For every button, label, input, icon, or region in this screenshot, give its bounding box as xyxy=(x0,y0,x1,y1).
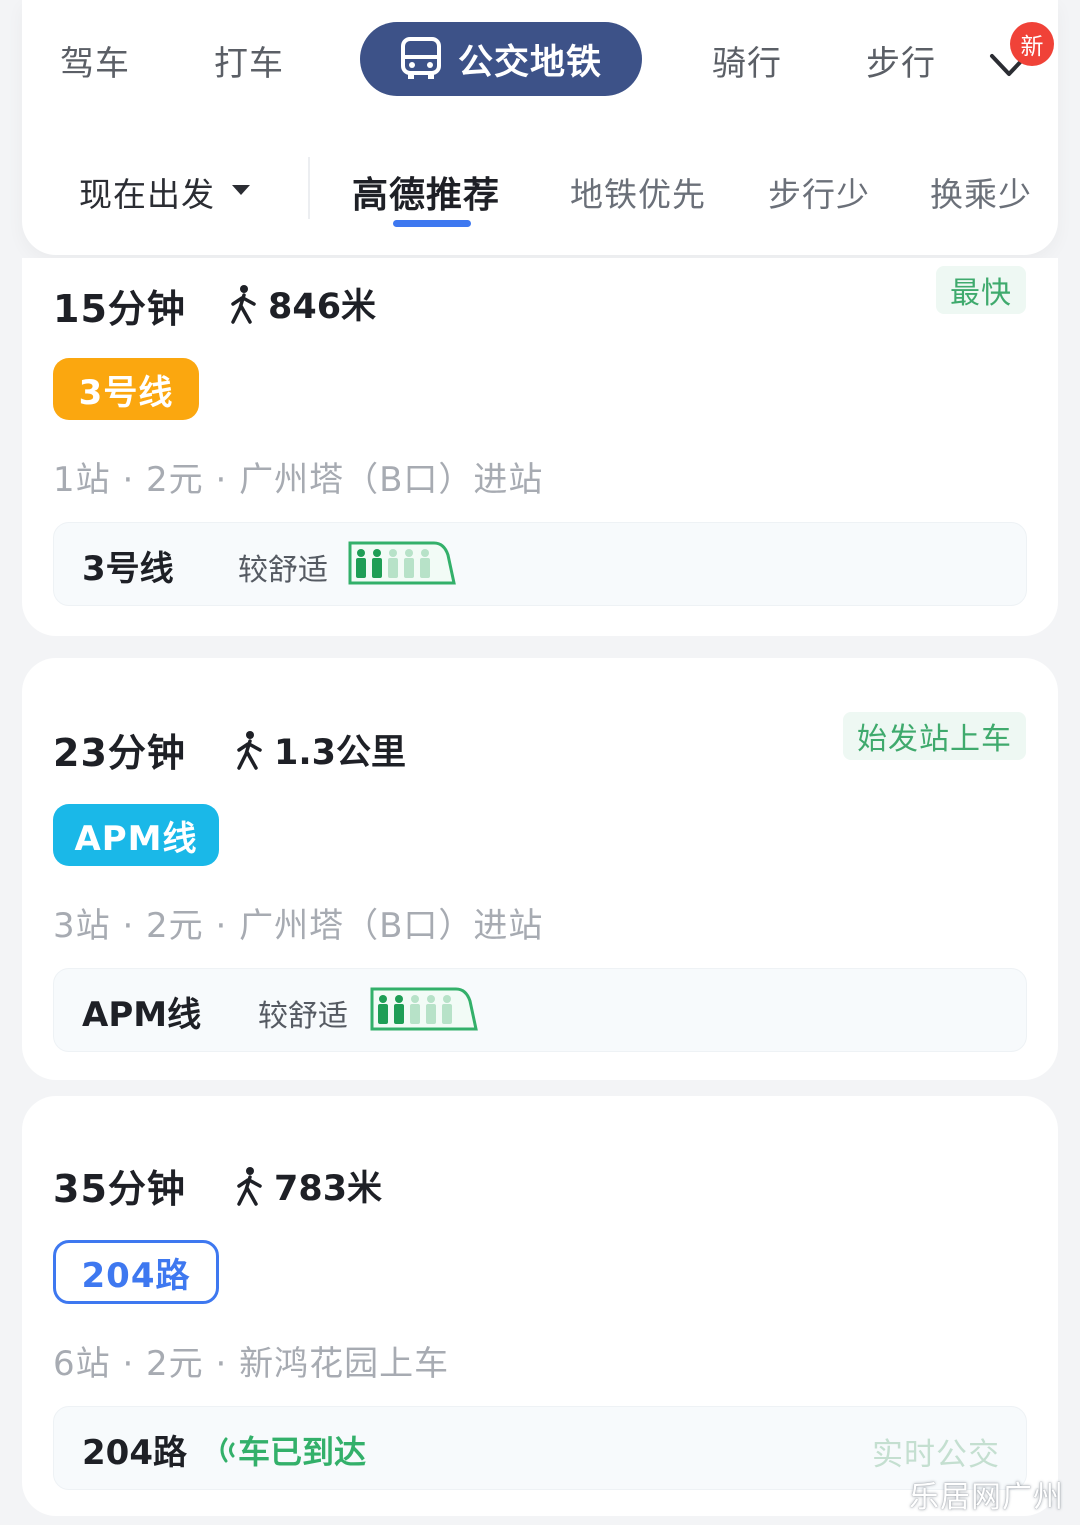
route-info: 3站 · 2元 · 广州塔（B口）进站 xyxy=(53,906,544,946)
origin-station-tag: 始发站上车 xyxy=(843,712,1026,760)
route-header: 驾车 打车 公交地铁 骑行 步行 新 现在出发 高德推荐 地铁优先 步行少 换乘… xyxy=(22,0,1058,255)
line-badge: 204路 xyxy=(53,1240,219,1304)
tab-transit[interactable]: 公交地铁 xyxy=(360,22,642,96)
realtime-bus-label: 实时公交 xyxy=(872,1437,1000,1473)
sub-line-name: 3号线 xyxy=(82,549,174,589)
tab-taxi[interactable]: 打车 xyxy=(214,36,284,85)
tab-walk[interactable]: 步行 xyxy=(866,36,936,85)
route-card-1[interactable]: 15分钟 846米 最快 3号线 1站 · 2元 · 广州塔（B口）进站 3号线… xyxy=(22,258,1058,636)
comfort-label: 较舒适 xyxy=(258,999,348,1034)
route-duration: 23分钟 xyxy=(53,731,186,775)
walk-icon xyxy=(231,284,256,324)
filter-recommend[interactable]: 高德推荐 xyxy=(352,166,500,218)
line-comfort-row: 3号线 较舒适 xyxy=(53,522,1027,606)
crowd-level-icon xyxy=(348,541,456,585)
fastest-tag: 最快 xyxy=(936,266,1026,314)
realtime-bus-row[interactable]: 204路 车已到达 实时公交 xyxy=(53,1406,1027,1490)
route-walk-distance: 783米 xyxy=(234,1160,382,1211)
active-filter-indicator xyxy=(393,220,471,227)
sub-line-name: APM线 xyxy=(82,995,202,1035)
comfort-label: 较舒适 xyxy=(238,553,328,588)
line-badge: APM线 xyxy=(53,804,219,866)
sub-line-name: 204路 xyxy=(82,1433,187,1473)
route-duration: 15分钟 xyxy=(53,287,186,331)
line-badge: 3号线 xyxy=(53,358,199,420)
route-walk-distance: 846米 xyxy=(228,278,376,329)
walk-icon xyxy=(237,1166,262,1206)
route-duration: 35分钟 xyxy=(53,1167,186,1211)
tab-drive[interactable]: 驾车 xyxy=(60,36,130,85)
divider xyxy=(308,157,310,219)
bus-arrived-status: 车已到达 xyxy=(216,1427,366,1473)
filter-less-walk[interactable]: 步行少 xyxy=(768,168,870,216)
bus-icon xyxy=(400,37,441,79)
caret-down-icon xyxy=(232,185,250,195)
line-comfort-row: APM线 较舒适 xyxy=(53,968,1027,1052)
tab-transit-label: 公交地铁 xyxy=(457,42,602,83)
route-walk-distance: 1.3公里 xyxy=(234,724,406,775)
signal-icon xyxy=(220,1437,235,1463)
route-card-3[interactable]: 35分钟 783米 204路 6站 · 2元 · 新鸿花园上车 204路 车已到… xyxy=(22,1096,1058,1516)
filter-less-transfer[interactable]: 换乘少 xyxy=(930,168,1032,216)
walk-icon xyxy=(237,730,262,770)
filter-subway-first[interactable]: 地铁优先 xyxy=(570,168,706,216)
new-badge: 新 xyxy=(1010,22,1054,66)
depart-time-selector[interactable]: 现在出发 xyxy=(79,168,215,216)
route-info: 1站 · 2元 · 广州塔（B口）进站 xyxy=(53,460,544,500)
route-info: 6站 · 2元 · 新鸿花园上车 xyxy=(53,1344,450,1384)
crowd-level-icon xyxy=(370,987,478,1031)
watermark: 乐居网广州 xyxy=(909,1480,1064,1515)
tab-bike[interactable]: 骑行 xyxy=(712,36,782,85)
route-card-2[interactable]: 23分钟 1.3公里 始发站上车 APM线 3站 · 2元 · 广州塔（B口）进… xyxy=(22,658,1058,1080)
